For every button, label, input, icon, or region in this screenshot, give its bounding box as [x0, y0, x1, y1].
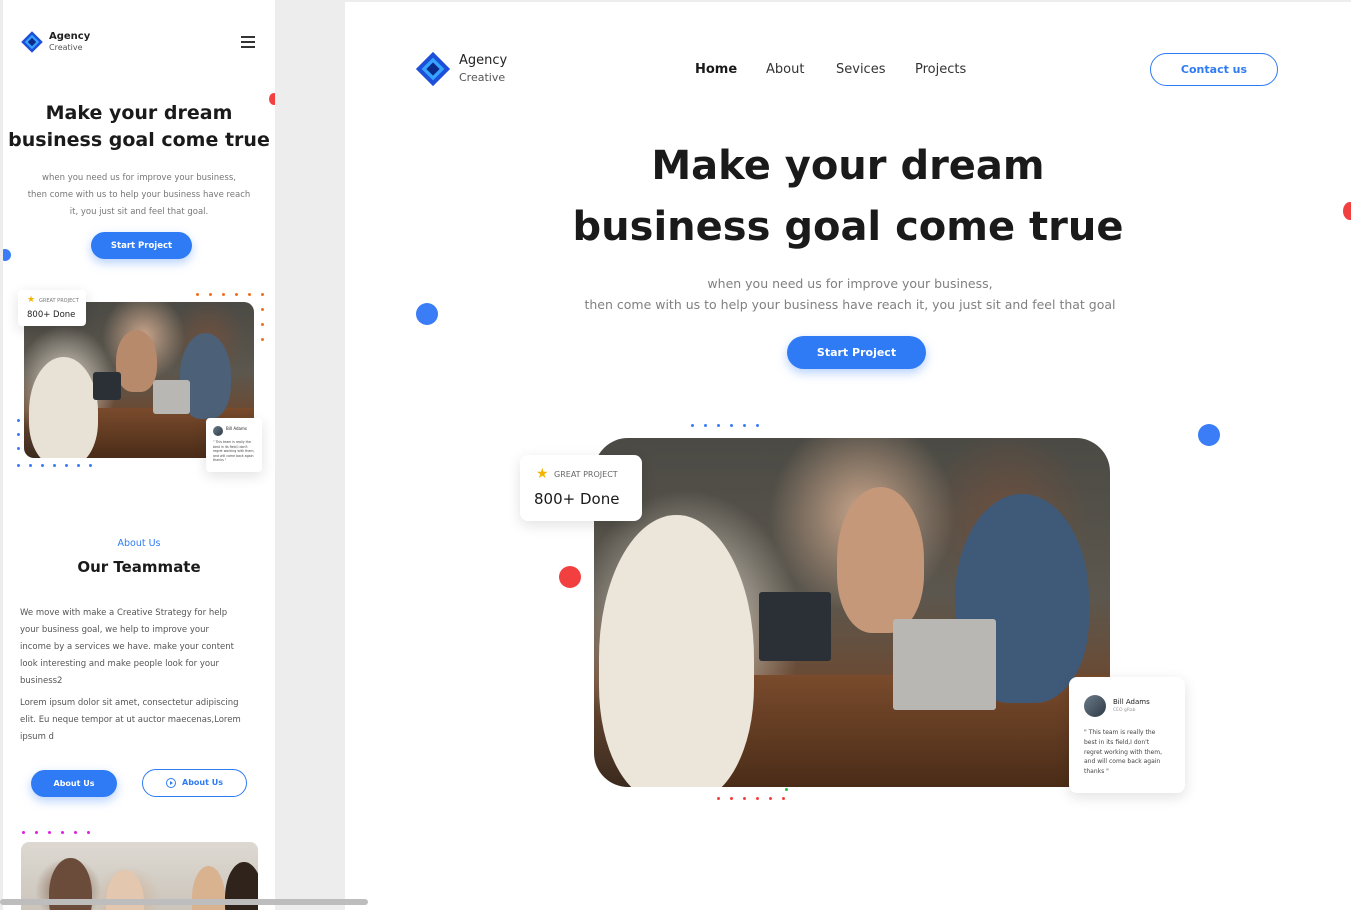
nav-about[interactable]: About	[766, 62, 804, 77]
desktop-preview: Agency Creative Home About Sevices Proje…	[345, 2, 1351, 910]
contact-us-button[interactable]: Contact us	[1150, 53, 1278, 86]
testimonial-name: Bill Adams	[1113, 698, 1150, 706]
project-badge: ★ GREAT PROJECT 800+ Done	[520, 455, 642, 521]
hero-title-line2: business goal come true	[572, 204, 1124, 250]
hero-subtitle-line1: when you need us for improve your busine…	[707, 276, 993, 291]
decor-dots-orange-col	[261, 308, 264, 341]
decor-dot	[559, 566, 581, 588]
avatar	[213, 426, 223, 436]
hero-subtitle: when you need us for improve your busine…	[345, 273, 1351, 315]
brand-tagline: Creative	[49, 43, 83, 52]
testimonial-card: Bill Adams CEO gRab " This team is reall…	[1069, 677, 1185, 793]
mobile-logo[interactable]: Agency Creative	[20, 30, 90, 54]
mobile-title-line1: Make your dream	[45, 102, 233, 124]
start-project-button[interactable]: Start Project	[787, 336, 926, 369]
decor-dots-blue	[17, 464, 92, 467]
star-icon: ★	[27, 295, 36, 305]
logo-icon	[21, 31, 43, 53]
decor-dots-orange	[196, 293, 264, 296]
avatar	[1084, 695, 1106, 717]
nav-home[interactable]: Home	[695, 62, 737, 77]
decor-dot	[416, 303, 438, 325]
mobile-preview: Agency Creative Make your dream business…	[3, 0, 275, 910]
decor-dot	[3, 249, 11, 261]
hamburger-menu-icon[interactable]	[241, 36, 255, 48]
star-icon: ★	[536, 466, 549, 482]
about-us-button[interactable]: About Us	[31, 770, 117, 797]
decor-dots-blue-col	[17, 419, 20, 450]
hero-photo	[594, 438, 1110, 787]
testimonial-quote: " This team is really the best in its fie…	[1084, 729, 1163, 776]
about-eyebrow: About Us	[117, 538, 161, 549]
hero-subtitle-line2: then come with us to help your business …	[584, 297, 1116, 312]
testimonial-role: CEO gRab	[1113, 708, 1136, 713]
mobile-start-project-button[interactable]: Start Project	[91, 232, 192, 259]
about-paragraph-1: We move with make a Creative Strategy fo…	[20, 608, 234, 686]
badge-value: 800+ Done	[27, 310, 76, 320]
decor-dots-blue	[691, 424, 759, 427]
testimonial-name: Bill Adams	[226, 426, 247, 431]
mobile-title-line2: business goal come true	[8, 129, 270, 151]
nav-services[interactable]: Sevices	[836, 62, 885, 77]
decor-dots-magenta	[22, 831, 90, 834]
mobile-sub-line1: when you need us for improve your busine…	[42, 173, 236, 183]
mobile-hero-title: Make your dream business goal come true	[3, 100, 275, 154]
logo-icon	[415, 51, 451, 87]
brand-name: Agency	[459, 53, 508, 68]
decor-dot	[785, 788, 788, 791]
decor-dot	[1343, 202, 1351, 220]
mobile-sub-line2: then come with us to help your business …	[27, 190, 251, 200]
nav-projects[interactable]: Projects	[915, 62, 966, 77]
about-us-video-button[interactable]: About Us	[142, 769, 247, 797]
brand-tagline: Creative	[459, 71, 506, 84]
play-circle-icon	[166, 777, 176, 788]
mobile-project-badge: ★ GREAT PROJECT 800+ Done	[18, 290, 86, 326]
brand-name: Agency	[49, 31, 91, 42]
testimonial-quote: " This team is really the best in its fie…	[213, 440, 255, 462]
decor-dot	[1198, 424, 1220, 446]
badge-label: GREAT PROJECT	[39, 298, 79, 304]
horizontal-scrollbar[interactable]	[0, 899, 368, 905]
decor-dots-red	[717, 797, 785, 800]
hero-title: Make your dream business goal come true	[345, 136, 1351, 258]
mobile-sub-line3: it, you just sit and feel that goal.	[69, 207, 209, 217]
badge-value: 800+ Done	[534, 490, 620, 508]
desktop-logo[interactable]: Agency Creative	[414, 50, 507, 88]
about-paragraph-2: Lorem ipsum dolor sit amet, consectetur …	[20, 698, 241, 742]
decor-dot	[269, 93, 275, 105]
about-title: Our Teammate	[77, 558, 201, 576]
mobile-testimonial-card: Bill Adams " This team is really the best…	[206, 418, 262, 472]
badge-label: GREAT PROJECT	[554, 470, 618, 479]
mobile-hero-subtitle: when you need us for improve your busine…	[11, 170, 267, 221]
about-us-video-label: About Us	[182, 778, 223, 787]
hero-title-line1: Make your dream	[651, 143, 1045, 189]
